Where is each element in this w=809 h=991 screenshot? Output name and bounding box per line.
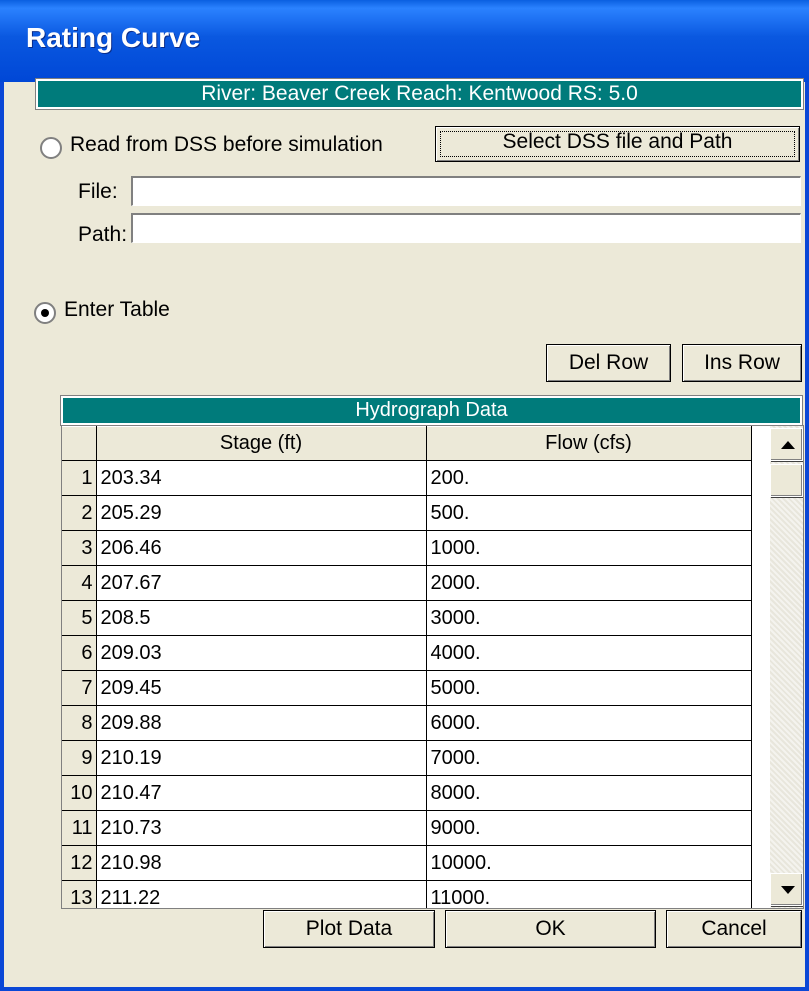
stage-cell[interactable]: 209.45	[96, 670, 427, 706]
file-label: File:	[78, 180, 118, 203]
scroll-up-button[interactable]	[770, 428, 803, 461]
ok-button[interactable]: OK	[445, 910, 656, 948]
stage-cell[interactable]: 209.88	[96, 705, 427, 741]
column-header-flow: Flow (cfs)	[426, 426, 752, 461]
flow-cell[interactable]: 200.	[426, 460, 752, 496]
window-frame-left	[0, 82, 4, 991]
select-dss-button-label: Select DSS file and Path	[502, 130, 733, 153]
title-bar[interactable]: Rating Curve	[0, 0, 809, 82]
stage-cell[interactable]: 210.19	[96, 740, 427, 776]
read-from-dss-label: Read from DSS before simulation	[70, 133, 383, 156]
flow-cell[interactable]: 2000.	[426, 565, 752, 601]
stage-cell[interactable]: 210.98	[96, 845, 427, 881]
flow-cell[interactable]: 5000.	[426, 670, 752, 706]
ok-button-label: OK	[535, 917, 566, 940]
select-dss-button[interactable]: Select DSS file and Path	[435, 126, 800, 162]
ins-row-button-label: Ins Row	[704, 351, 780, 374]
vertical-scrollbar[interactable]	[770, 426, 803, 908]
table-header-row: Stage (ft) Flow (cfs)	[62, 426, 752, 461]
row-number[interactable]: 1	[62, 460, 97, 496]
stage-cell[interactable]: 211.22	[96, 880, 427, 908]
scroll-thumb[interactable]	[770, 464, 803, 497]
stage-cell[interactable]: 208.5	[96, 600, 427, 636]
table-row[interactable]: 11 210.73 9000.	[62, 810, 752, 846]
cancel-button[interactable]: Cancel	[666, 910, 802, 948]
stage-cell[interactable]: 207.67	[96, 565, 427, 601]
arrow-down-icon	[781, 886, 795, 894]
table-row[interactable]: 9 210.19 7000.	[62, 740, 752, 776]
cancel-button-label: Cancel	[701, 917, 767, 940]
table-row[interactable]: 1 203.34 200.	[62, 460, 752, 496]
read-from-dss-radio[interactable]	[40, 137, 62, 159]
flow-cell[interactable]: 3000.	[426, 600, 752, 636]
flow-cell[interactable]: 500.	[426, 495, 752, 531]
table-row[interactable]: 13 211.22 11000.	[62, 880, 752, 908]
flow-cell[interactable]: 9000.	[426, 810, 752, 846]
row-number[interactable]: 4	[62, 565, 97, 601]
row-number-header	[62, 426, 97, 461]
table-row[interactable]: 8 209.88 6000.	[62, 705, 752, 741]
stage-cell[interactable]: 203.34	[96, 460, 427, 496]
window-frame-right	[805, 82, 809, 991]
table-row[interactable]: 3 206.46 1000.	[62, 530, 752, 566]
ins-row-button[interactable]: Ins Row	[682, 344, 802, 382]
del-row-button[interactable]: Del Row	[546, 344, 671, 382]
table-row[interactable]: 2 205.29 500.	[62, 495, 752, 531]
row-number[interactable]: 8	[62, 705, 97, 741]
stage-cell[interactable]: 210.73	[96, 810, 427, 846]
row-number[interactable]: 6	[62, 635, 97, 671]
plot-data-button-label: Plot Data	[305, 917, 393, 940]
flow-cell[interactable]: 7000.	[426, 740, 752, 776]
flow-cell[interactable]: 6000.	[426, 705, 752, 741]
row-number[interactable]: 5	[62, 600, 97, 636]
flow-cell[interactable]: 10000.	[426, 845, 752, 881]
table-row[interactable]: 5 208.5 3000.	[62, 600, 752, 636]
row-number[interactable]: 7	[62, 670, 97, 706]
row-number[interactable]: 3	[62, 530, 97, 566]
table-row[interactable]: 6 209.03 4000.	[62, 635, 752, 671]
rating-curve-window: Rating Curve River: Beaver Creek Reach: …	[0, 0, 809, 991]
flow-cell[interactable]: 4000.	[426, 635, 752, 671]
stage-cell[interactable]: 205.29	[96, 495, 427, 531]
del-row-button-label: Del Row	[568, 351, 649, 374]
row-number[interactable]: 2	[62, 495, 97, 531]
table-row[interactable]: 7 209.45 5000.	[62, 670, 752, 706]
stage-cell[interactable]: 206.46	[96, 530, 427, 566]
enter-table-radio[interactable]	[34, 302, 56, 324]
row-number[interactable]: 9	[62, 740, 97, 776]
enter-table-label: Enter Table	[64, 298, 170, 321]
stage-cell[interactable]: 209.03	[96, 635, 427, 671]
flow-cell[interactable]: 11000.	[426, 880, 752, 908]
window-frame-bottom	[0, 987, 809, 991]
flow-cell[interactable]: 1000.	[426, 530, 752, 566]
plot-data-button[interactable]: Plot Data	[263, 910, 435, 948]
scroll-down-button[interactable]	[770, 873, 803, 906]
table-body: 1 203.34 200. 2 205.29 500. 3 206.46 1000. 4 207.6…	[62, 460, 752, 908]
row-number[interactable]: 12	[62, 845, 97, 881]
hydrograph-data-header: Hydrograph Data	[60, 395, 803, 426]
row-number[interactable]: 11	[62, 810, 97, 846]
arrow-up-icon	[781, 441, 795, 449]
hydrograph-data-grid: Stage (ft) Flow (cfs) 1 203.34 200. 2 205.29…	[61, 425, 804, 909]
flow-cell[interactable]: 8000.	[426, 775, 752, 811]
table-row[interactable]: 4 207.67 2000.	[62, 565, 752, 601]
path-field[interactable]	[131, 213, 801, 243]
table-row[interactable]: 10 210.47 8000.	[62, 775, 752, 811]
column-header-stage: Stage (ft)	[96, 426, 427, 461]
stage-cell[interactable]: 210.47	[96, 775, 427, 811]
file-field[interactable]	[131, 176, 801, 206]
table-row[interactable]: 12 210.98 10000.	[62, 845, 752, 881]
path-label: Path:	[78, 223, 128, 246]
location-header: River: Beaver Creek Reach: Kentwood RS: …	[35, 78, 804, 110]
window-title: Rating Curve	[26, 22, 201, 53]
data-table: Stage (ft) Flow (cfs) 1 203.34 200. 2 205.29…	[62, 426, 752, 908]
row-number[interactable]: 13	[62, 880, 97, 908]
row-number[interactable]: 10	[62, 775, 97, 811]
